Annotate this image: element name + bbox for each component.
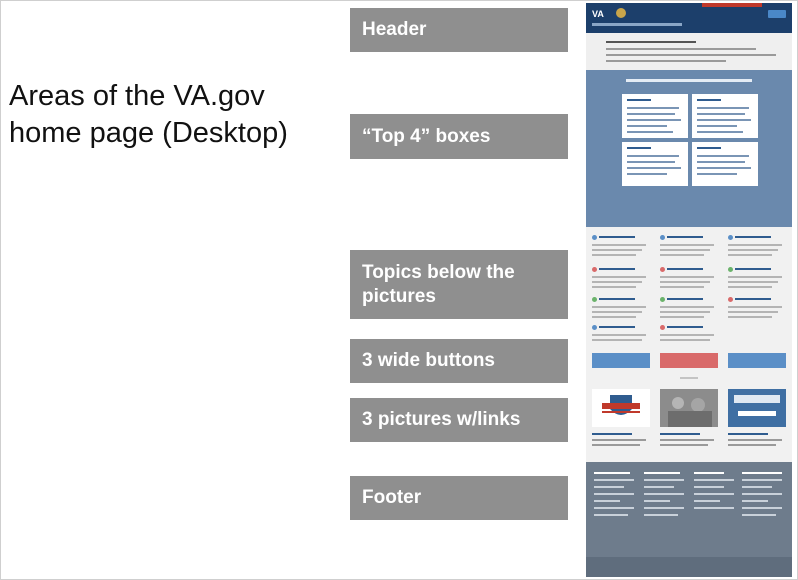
label-pictures: 3 pictures w/links [350,398,568,442]
va-homepage-screenshot: VA [586,3,792,577]
screenshot-footer [586,462,792,577]
label-header: Header [350,8,568,52]
alert-bar [702,3,762,7]
top4-card [622,94,688,138]
top4-card [692,142,758,186]
va-seal-icon [616,8,626,18]
picture-link [728,389,786,446]
nav-menu [592,23,682,26]
wide-button [728,353,786,368]
label-topics: Topics below the pictures [350,250,568,319]
screenshot-topics [586,227,792,347]
label-footer: Footer [350,476,568,520]
top4-card [692,94,758,138]
slide-title: Areas of the VA.gov home page (Desktop) [9,80,288,149]
picture-link [660,389,718,446]
screenshot-header: VA [586,3,792,33]
screenshot-pictures [586,382,792,462]
wide-button [660,353,718,368]
top4-card [622,142,688,186]
va-logo: VA [592,9,604,19]
screenshot-alert-banner [586,33,792,70]
picture-link [592,389,650,446]
label-top4-boxes: “Top 4” boxes [350,114,568,159]
wide-button [592,353,650,368]
screenshot-top4-boxes [586,70,792,294]
screenshot-wide-buttons [586,347,792,382]
label-wide-buttons: 3 wide buttons [350,339,568,383]
sign-in-button [768,10,786,18]
